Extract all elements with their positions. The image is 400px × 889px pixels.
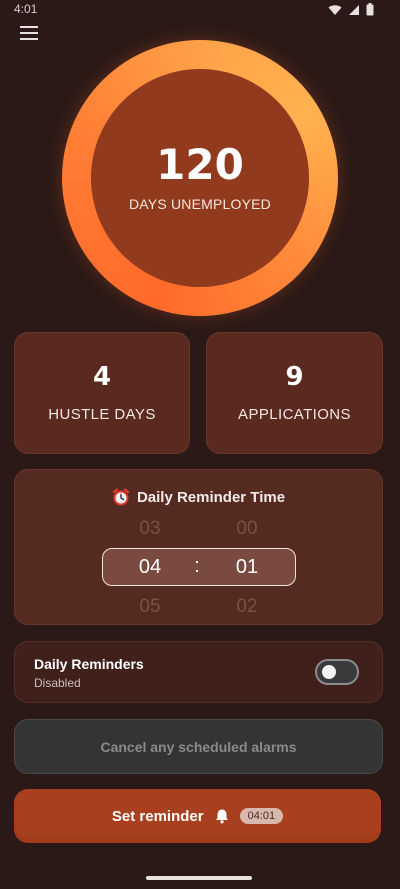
ring-inner: 120 DAYS UNEMPLOYED xyxy=(91,69,309,287)
applications-card: 9 APPLICATIONS xyxy=(206,332,383,454)
set-reminder-label: Set reminder xyxy=(111,807,204,825)
hour-next[interactable]: 05 xyxy=(120,596,180,618)
wifi-icon xyxy=(328,4,342,15)
set-reminder-button[interactable]: Set reminder 04:01 xyxy=(14,789,381,843)
daily-reminders-title: Daily Reminders xyxy=(34,656,144,672)
alarm-clock-icon xyxy=(112,488,130,506)
cancel-alarms-button[interactable]: Cancel any scheduled alarms xyxy=(14,719,383,774)
reminder-time-card: Daily Reminder Time 03 04 05 : 00 01 02 xyxy=(14,469,383,625)
minute-next[interactable]: 02 xyxy=(217,596,277,618)
status-icons xyxy=(328,3,374,16)
hustle-days-label: HUSTLE DAYS xyxy=(48,405,156,423)
home-indicator[interactable] xyxy=(146,876,252,880)
daily-reminders-switch[interactable] xyxy=(315,659,359,685)
time-separator: : xyxy=(194,555,200,577)
status-time: 4:01 xyxy=(14,2,38,16)
hour-prev[interactable]: 03 xyxy=(120,518,180,540)
switch-knob xyxy=(322,665,336,679)
minute-prev[interactable]: 00 xyxy=(217,518,277,540)
battery-icon xyxy=(366,3,374,16)
days-label: DAYS UNEMPLOYED xyxy=(129,196,271,212)
status-bar: 4:01 xyxy=(0,0,400,22)
signal-icon xyxy=(349,4,359,15)
daily-reminders-status: Disabled xyxy=(34,676,81,690)
days-value: 120 xyxy=(156,140,244,189)
menu-icon[interactable] xyxy=(16,22,42,44)
days-counter-ring: 120 DAYS UNEMPLOYED xyxy=(62,40,338,316)
daily-reminders-card: Daily Reminders Disabled xyxy=(14,641,383,703)
reminder-title-text: Daily Reminder Time xyxy=(136,488,286,506)
hustle-days-card: 4 HUSTLE DAYS xyxy=(14,332,190,454)
set-time-badge: 04:01 xyxy=(239,808,284,824)
minute-selected[interactable]: 01 xyxy=(217,556,277,579)
applications-label: APPLICATIONS xyxy=(238,405,351,423)
hour-selected[interactable]: 04 xyxy=(120,556,180,579)
reminder-title: Daily Reminder Time xyxy=(15,488,382,506)
bell-icon xyxy=(215,809,228,824)
hustle-days-value: 4 xyxy=(92,361,112,392)
applications-value: 9 xyxy=(285,361,304,392)
